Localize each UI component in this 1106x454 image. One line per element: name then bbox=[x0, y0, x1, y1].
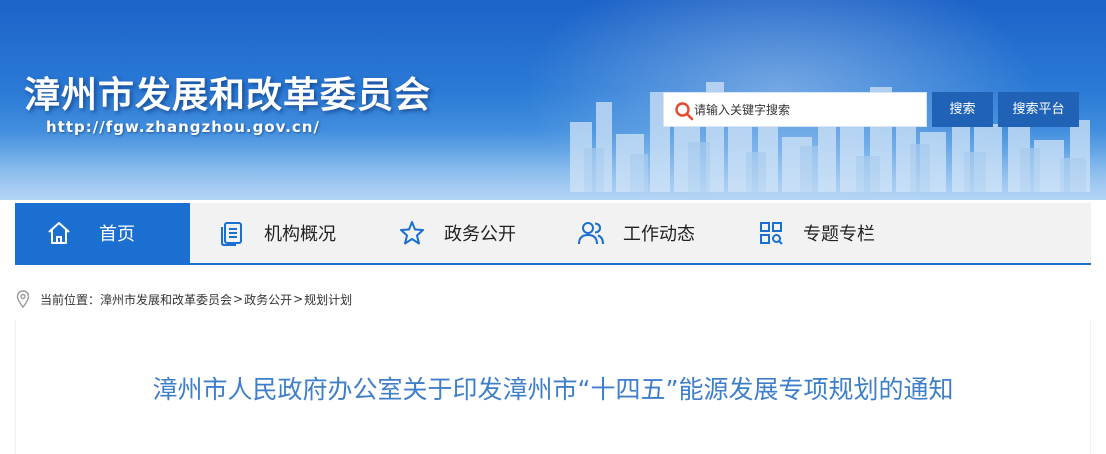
breadcrumb: 当前位置： 漳州市发展和改革委员会 > 政务公开 > 规划计划 bbox=[16, 288, 352, 310]
breadcrumb-separator: > bbox=[233, 292, 244, 306]
breadcrumb-link-planning[interactable]: 规划计划 bbox=[304, 291, 352, 308]
site-title: 漳州市发展和改革委员会 bbox=[24, 75, 432, 116]
document-list-icon bbox=[221, 222, 242, 246]
nav-item-special-topics[interactable]: 专题专栏 bbox=[757, 203, 875, 263]
breadcrumb-prefix: 当前位置： bbox=[40, 292, 101, 307]
nav-item-work-news[interactable]: 工作动态 bbox=[577, 203, 695, 263]
search-button[interactable]: 搜索 bbox=[932, 92, 993, 127]
nav-item-label: 政务公开 bbox=[444, 224, 516, 245]
nav-item-label: 专题专栏 bbox=[803, 224, 875, 245]
home-icon bbox=[48, 222, 70, 244]
nav-item-home[interactable]: 首页 bbox=[15, 203, 190, 263]
site-url: http://fgw.zhangzhou.gov.cn/ bbox=[46, 118, 320, 136]
location-pin-icon bbox=[16, 290, 30, 308]
nav-item-label: 工作动态 bbox=[623, 224, 695, 245]
nav-item-organization[interactable]: 机构概况 bbox=[218, 203, 336, 263]
breadcrumb-separator: > bbox=[293, 292, 304, 306]
star-icon bbox=[400, 221, 424, 245]
search-platform-button[interactable]: 搜索平台 bbox=[998, 92, 1079, 127]
article-title: 漳州市人民政府办公室关于印发漳州市“十四五”能源发展专项规划的通知 bbox=[152, 375, 954, 404]
nav-item-government-affairs[interactable]: 政务公开 bbox=[398, 203, 516, 263]
banner-haze bbox=[0, 130, 1106, 200]
nav-item-label: 机构概况 bbox=[264, 224, 336, 245]
people-icon bbox=[578, 222, 604, 245]
nav-item-label: 首页 bbox=[99, 224, 135, 245]
breadcrumb-link-government-affairs[interactable]: 政务公开 bbox=[244, 291, 292, 308]
grid-icon bbox=[760, 222, 783, 245]
main-nav: 首页 机构概况 政务公开 工作动态 专题专栏 bbox=[15, 203, 1091, 265]
breadcrumb-link-home[interactable]: 漳州市发展和改革委员会 bbox=[100, 291, 232, 308]
header-banner: 漳州市发展和改革委员会 http://fgw.zhangzhou.gov.cn/… bbox=[0, 0, 1106, 200]
search-input[interactable] bbox=[694, 93, 924, 126]
search-icon bbox=[675, 102, 694, 121]
search-box[interactable] bbox=[663, 92, 927, 127]
